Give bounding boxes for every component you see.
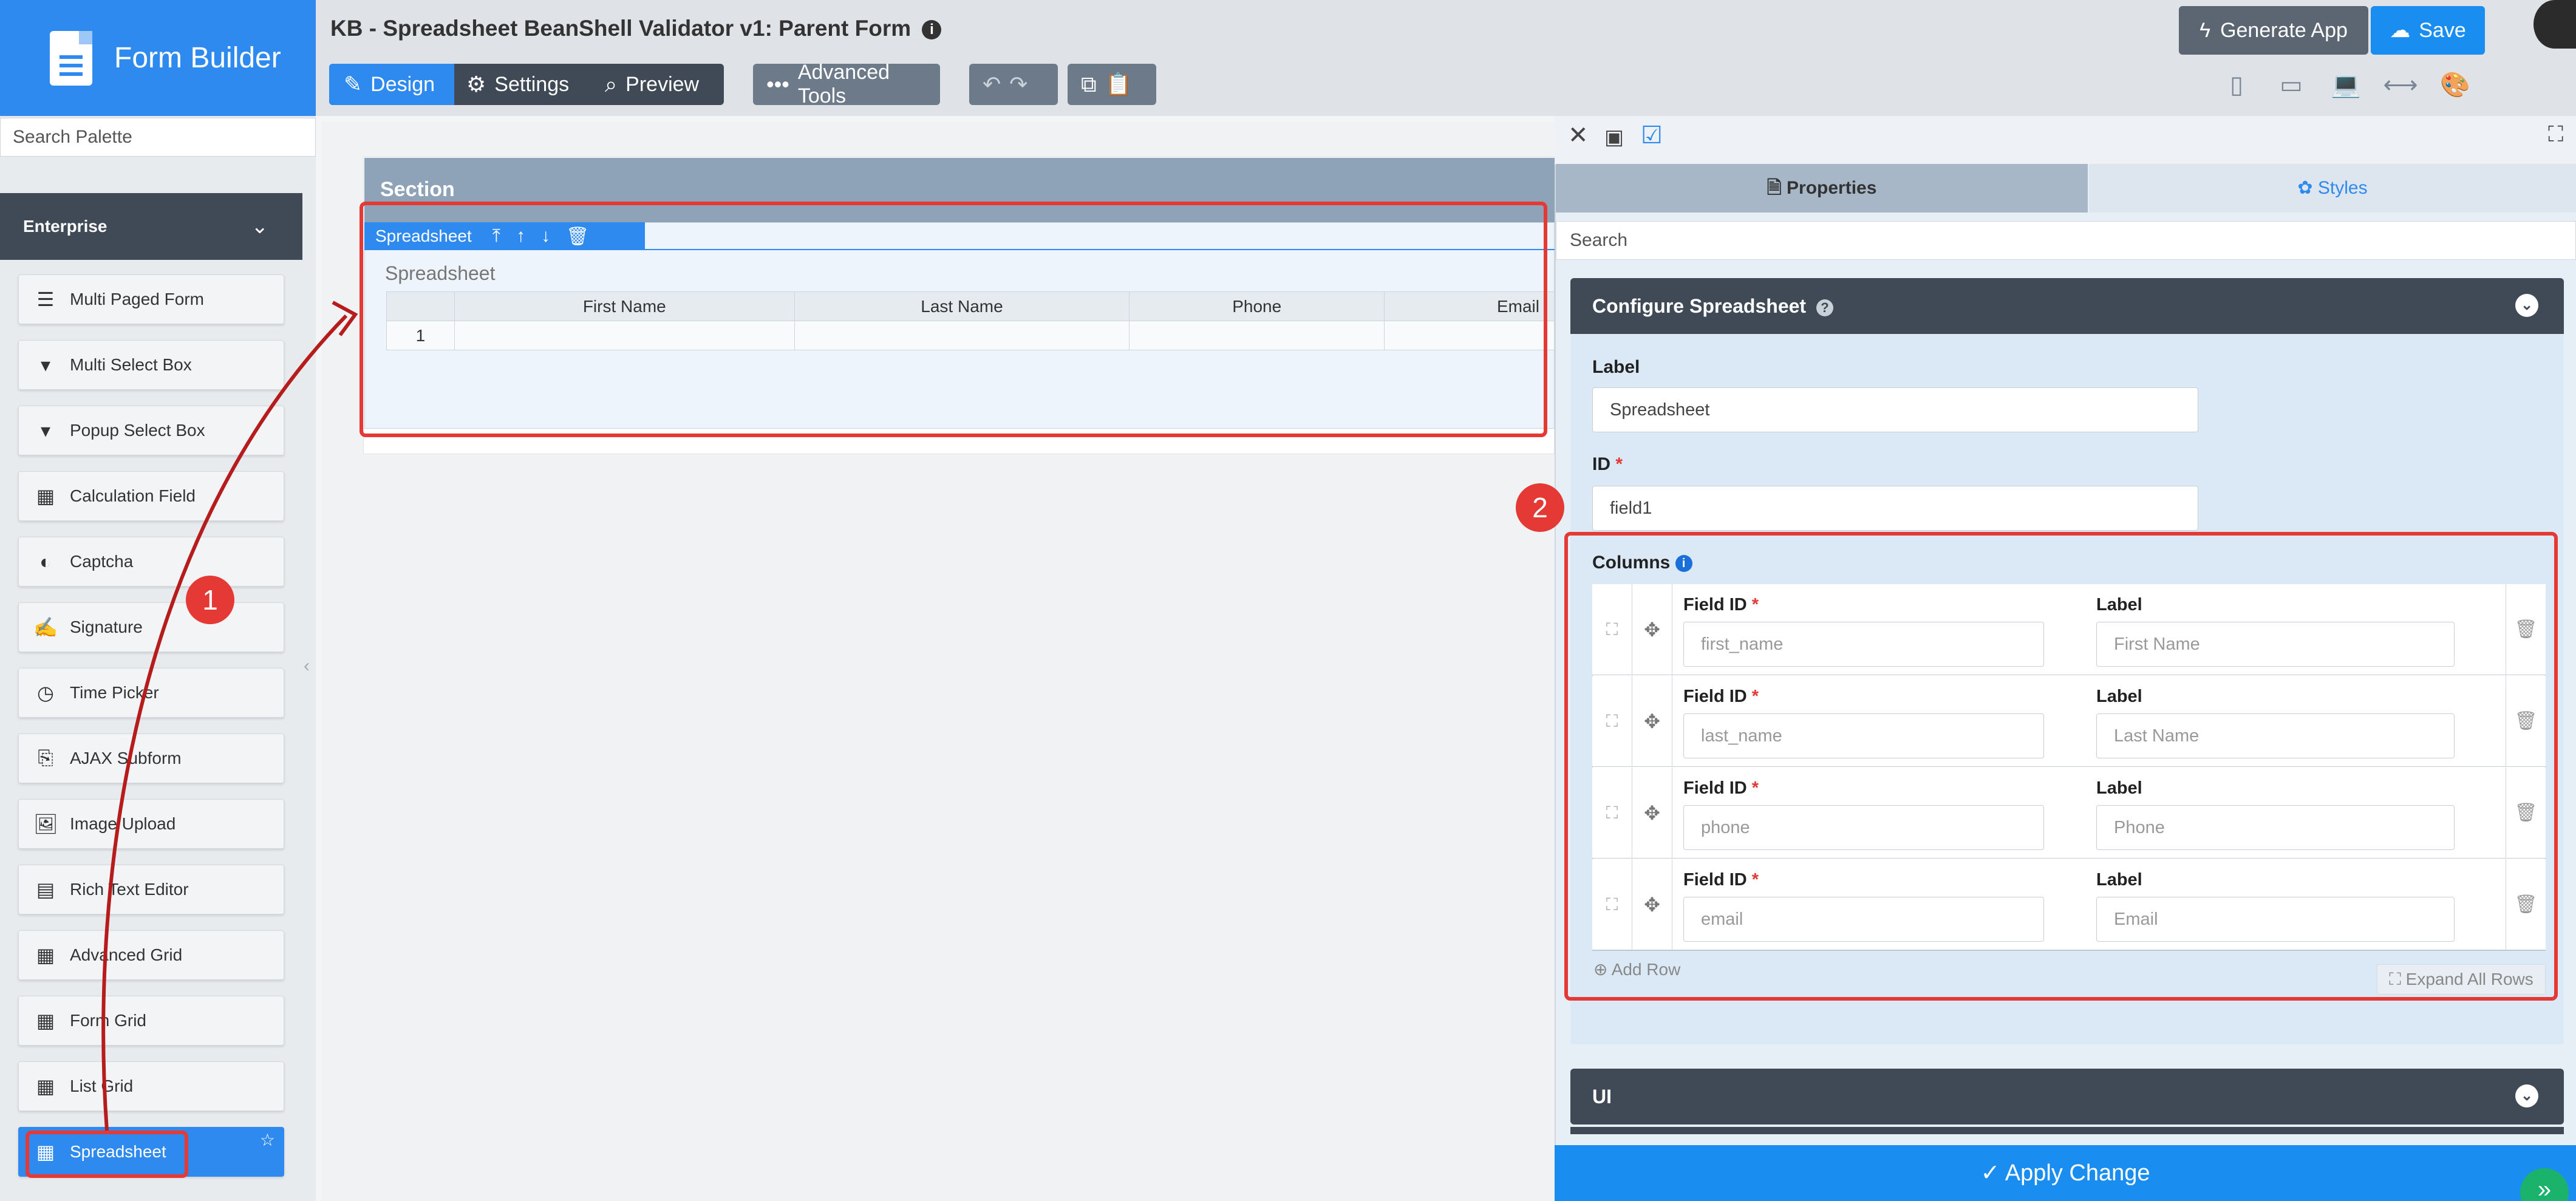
drag-arrow bbox=[101, 301, 358, 1131]
